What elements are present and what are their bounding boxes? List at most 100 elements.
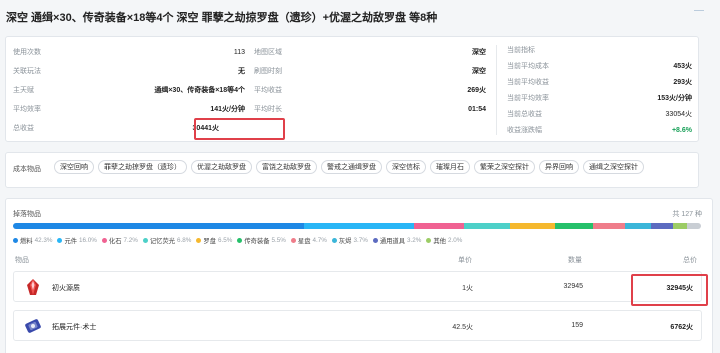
stat-value: 深空	[472, 68, 486, 75]
distribution-segment	[672, 223, 687, 229]
item-qty: 32945	[563, 283, 583, 290]
stat-label: 刷图时刻	[254, 68, 282, 75]
stat-value: 293火	[673, 79, 692, 86]
page-title: 深空 通缉×30、传奇装备×18等4个 深空 罪孽之劫掠罗盘（遗珍）+优渥之劫敌…	[6, 12, 438, 24]
stat-value: 269火	[467, 87, 486, 94]
stat-current-avg-efficiency: 当前平均效率 153火/分钟	[507, 93, 692, 103]
stat-current-total-income: 当前总收益 33054火	[507, 109, 692, 119]
stat-current-avg-cost: 当前平均成本 453火	[507, 61, 692, 71]
stat-run-time: 刷图时刻 深空	[254, 66, 486, 76]
column-header-total: 总价	[683, 257, 697, 264]
legend-item: 化石 7.2%	[101, 236, 138, 245]
stat-label: 主天赋	[13, 87, 34, 94]
stat-label: 当前平均收益	[507, 79, 549, 86]
stat-main-talent: 主天赋 通缉×30、传奇装备×18等4个	[13, 85, 245, 95]
legend-name: 燃料	[20, 238, 33, 245]
legend-name: 传奇装备	[244, 238, 270, 245]
legend-item: 罗盘 6.5%	[196, 236, 232, 245]
distribution-segment	[686, 223, 701, 229]
legend-percent: 4.7%	[312, 237, 327, 244]
column-header-price: 单价	[458, 257, 472, 264]
legend-percent: 16.0%	[79, 237, 97, 244]
stat-value: 453火	[673, 63, 692, 70]
stat-value: 141火/分钟	[210, 106, 245, 113]
stat-label: 当前平均成本	[507, 63, 549, 70]
stat-label: 收益涨跌幅	[507, 127, 542, 134]
stat-value: 33054火	[665, 111, 692, 118]
legend-name: 通用道具	[379, 238, 405, 245]
table-row[interactable]: 拓展元件·术士 42.5火 159 6762火	[13, 310, 702, 341]
highlight-box	[631, 274, 708, 306]
legend-name: 灰烬	[338, 238, 352, 245]
stat-avg-efficiency: 平均效率 141火/分钟	[13, 104, 245, 114]
cost-tag[interactable]: 优渥之劫敌罗盘	[191, 160, 252, 174]
stat-label: 当前平均效率	[507, 95, 549, 102]
distribution-segment	[510, 223, 556, 229]
cost-tag[interactable]: 警戒之通缉罗盘	[321, 160, 382, 174]
cost-tag[interactable]: 璀璨月石	[430, 160, 470, 174]
legend-dot	[196, 238, 202, 243]
stat-value: 通缉×30、传奇装备×18等4个	[154, 87, 245, 94]
legend-percent: 7.2%	[123, 237, 138, 244]
stat-label: 平均收益	[254, 87, 282, 94]
cost-tag[interactable]: 通缉之深空探针	[583, 160, 644, 174]
distribution-segment	[304, 223, 415, 229]
legend-item: 元件 16.0%	[57, 236, 97, 245]
legend-dot	[426, 238, 432, 243]
red-crystal-icon	[27, 279, 39, 295]
legend-name: 其他	[433, 238, 446, 245]
distribution-segment	[13, 223, 305, 229]
cost-tag[interactable]: 繁荣之深空探针	[474, 160, 535, 174]
legend-item: 星盘 4.7%	[290, 236, 327, 245]
legend-name: 罗盘	[203, 238, 216, 245]
legend-name: 记忆荧光	[149, 238, 176, 245]
distribution-segment	[625, 223, 651, 229]
stats-card: 使用次数 113 关联玩法 无 主天赋 通缉×30、传奇装备×18等4个 平均效…	[5, 36, 699, 142]
blue-part-icon	[25, 319, 41, 333]
item-qty: 159	[571, 322, 583, 329]
column-divider	[496, 45, 497, 135]
stat-label: 关联玩法	[13, 68, 41, 75]
stat-label: 平均时长	[254, 106, 282, 113]
cost-tag[interactable]: 富饶之劫敌罗盘	[256, 160, 317, 174]
stat-income-change: 收益涨跌幅 +8.6%	[507, 125, 692, 135]
legend-dot	[290, 238, 296, 243]
legend-name: 元件	[64, 238, 78, 245]
stat-avg-income: 平均收益 269火	[254, 85, 486, 95]
stat-value: 01:54	[468, 105, 486, 113]
cost-tag[interactable]: 深空信标	[386, 160, 426, 174]
collapse-handle[interactable]	[694, 10, 704, 11]
legend-percent: 6.8%	[177, 237, 192, 244]
current-metrics-title: 当前指标	[507, 45, 692, 55]
stat-label: 总收益	[13, 125, 34, 132]
legend-dot	[57, 238, 63, 243]
legend-name: 化石	[108, 238, 122, 245]
legend-percent: 2.0%	[447, 237, 463, 244]
cost-items-label: 成本物品	[13, 166, 41, 173]
stat-value: 113	[233, 48, 245, 56]
stat-label: 使用次数	[13, 49, 41, 56]
item-name: 拓展元件·术士	[52, 324, 97, 331]
legend-percent: 6.5%	[218, 237, 233, 244]
table-row[interactable]: 初火源质 1火 32945 32945火	[13, 271, 702, 302]
cost-tags: 深空回响 罪孽之劫掠罗盘（遗珍） 优渥之劫敌罗盘 富饶之劫敌罗盘 警戒之通缉罗盘…	[54, 160, 644, 174]
highlight-box	[194, 118, 285, 140]
cost-tag[interactable]: 罪孽之劫掠罗盘（遗珍）	[98, 160, 187, 174]
column-header-qty: 数量	[568, 257, 582, 264]
category-legend: 燃料 42.3% 元件 16.0% 化石 7.2% 记忆荧光 6.8% 罗盘 6.5% 传奇装备 5.…	[13, 236, 462, 245]
stat-value: 深空	[472, 49, 486, 56]
legend-item: 灰烬 3.7%	[331, 236, 368, 245]
stat-label: 平均效率	[13, 106, 41, 113]
drop-items-card: 掉落物品 共 127 种 燃料 42.3% 元件 16.0% 化石 7.2% 记忆荧光 6.8…	[5, 198, 713, 353]
cost-tag[interactable]: 异界回响	[539, 160, 579, 174]
legend-item: 其他 2.0%	[426, 236, 462, 245]
legend-dot	[101, 238, 107, 243]
legend-item: 燃料 42.3%	[13, 236, 52, 245]
distribution-segment	[463, 223, 511, 229]
stat-value: 153火/分钟	[657, 95, 692, 102]
stat-label: 当前总收益	[507, 111, 542, 118]
cost-tag[interactable]: 深空回响	[54, 160, 94, 174]
drop-items-label: 掉落物品	[13, 211, 41, 218]
stat-related-mode: 关联玩法 无	[13, 66, 245, 76]
stat-value: 无	[238, 68, 245, 75]
